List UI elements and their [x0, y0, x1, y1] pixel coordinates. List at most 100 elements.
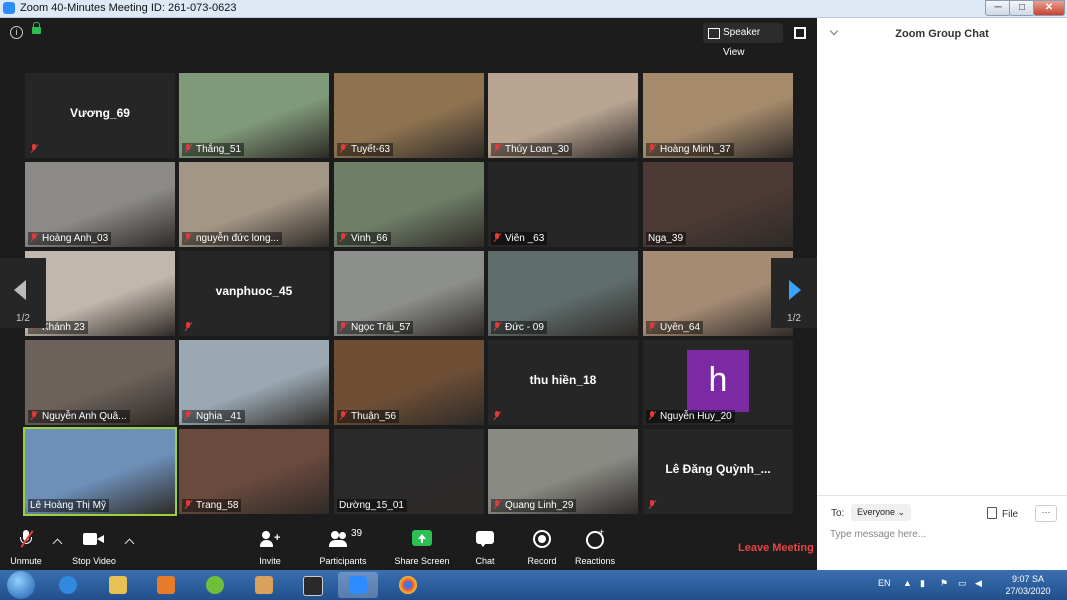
- audio-options-chevron-icon[interactable]: [52, 538, 63, 549]
- mute-indicator: [646, 499, 663, 512]
- page-indicator-right: 1/2: [787, 313, 801, 324]
- participant-name: Thúy Loan_30: [505, 144, 569, 155]
- participant-tile[interactable]: Lê Đăng Quỳnh_...: [643, 429, 793, 514]
- participant-tile[interactable]: Thuận_56: [334, 340, 484, 425]
- muted-microphone-icon: [184, 322, 192, 331]
- participant-tile[interactable]: Lê Hoàng Thị Mỹ: [23, 427, 177, 516]
- file-button[interactable]: File: [987, 507, 1018, 520]
- participant-tile[interactable]: Viên _63: [488, 162, 638, 247]
- participant-tile[interactable]: Dường_15_01: [334, 429, 484, 514]
- participant-tile[interactable]: Hoàng Anh_03: [25, 162, 175, 247]
- volume-icon[interactable]: ◀: [975, 578, 982, 589]
- paint-icon[interactable]: [244, 572, 284, 598]
- system-clock[interactable]: 9:07 SA 27/03/2020: [1000, 573, 1056, 597]
- participant-label: Hoàng Minh_37: [646, 143, 734, 156]
- muted-microphone-icon: [184, 144, 192, 153]
- next-page-button[interactable]: 1/2: [771, 258, 817, 328]
- participant-label: Vinh_66: [337, 232, 391, 245]
- windows-taskbar: EN ▲ ▮ ⚑ ▭ ◀ 9:07 SA 27/03/2020: [0, 570, 1067, 600]
- participant-tile[interactable]: Nghia _41: [179, 340, 329, 425]
- muted-microphone-icon: [30, 233, 38, 242]
- record-button[interactable]: Record: [526, 530, 558, 566]
- participant-tile[interactable]: Quang Linh_29: [488, 429, 638, 514]
- start-button[interactable]: [7, 571, 35, 599]
- participant-tile[interactable]: Vương_69: [25, 73, 175, 158]
- network-icon[interactable]: ▮: [920, 578, 925, 589]
- participant-name: Hoàng Anh_03: [42, 233, 109, 244]
- chat-title: Zoom Group Chat: [895, 28, 989, 40]
- participants-icon: 39: [323, 528, 363, 550]
- avatar: h: [687, 350, 749, 412]
- show-hidden-icons-icon[interactable]: ▲: [903, 578, 912, 588]
- muted-microphone-icon: [648, 500, 656, 509]
- reactions-button[interactable]: + Reactions: [574, 527, 616, 566]
- participant-tile[interactable]: Trang_58: [179, 429, 329, 514]
- share-screen-button[interactable]: Share Screen: [394, 530, 450, 566]
- chat-bubble-icon: [476, 530, 494, 550]
- divider: [817, 495, 1067, 496]
- participant-tile[interactable]: Đức - 09: [488, 251, 638, 336]
- participant-tile[interactable]: Ngọc Trãi_57: [334, 251, 484, 336]
- info-icon[interactable]: i: [10, 26, 23, 39]
- participant-tile[interactable]: Nguyễn Anh Quâ...: [25, 340, 175, 425]
- record-icon: [533, 530, 551, 550]
- media-player-icon[interactable]: [146, 572, 186, 598]
- recipient-dropdown[interactable]: Everyone ⌄: [851, 504, 912, 521]
- lock-icon[interactable]: [32, 22, 41, 34]
- participant-tile[interactable]: Hoàng Minh_37: [643, 73, 793, 158]
- participant-tile[interactable]: vanphuoc_45: [179, 251, 329, 336]
- share-screen-icon: [412, 530, 432, 550]
- participant-tile[interactable]: Thắng_51: [179, 73, 329, 158]
- participants-button[interactable]: 39 Participants: [316, 528, 370, 566]
- participant-tile[interactable]: Tuyết-63: [334, 73, 484, 158]
- zoom-taskbar-icon[interactable]: [338, 572, 378, 598]
- gallery-view: i Speaker View Vương_69 Thắng_51 Tuyết-63 T…: [0, 18, 817, 526]
- muted-microphone-icon: [648, 144, 656, 153]
- participant-label: Quang Linh_29: [491, 499, 577, 512]
- flag-icon[interactable]: ⚑: [940, 578, 948, 589]
- participant-tile[interactable]: Khánh 23: [25, 251, 175, 336]
- participants-count: 39: [351, 528, 363, 539]
- participant-name: Nga_39: [648, 233, 684, 244]
- speaker-view-button[interactable]: Speaker View: [703, 23, 783, 58]
- close-button[interactable]: ✕: [1033, 0, 1065, 16]
- muted-microphone-icon: [493, 144, 501, 153]
- more-options-button[interactable]: ···: [1035, 505, 1057, 522]
- mute-indicator: [28, 143, 45, 156]
- muted-microphone-icon: [339, 233, 347, 242]
- participant-label: Dường_15_01: [337, 499, 407, 512]
- language-indicator[interactable]: EN: [878, 578, 891, 588]
- chat-header: Zoom Group Chat: [817, 18, 1067, 50]
- file-explorer-icon[interactable]: [98, 572, 138, 598]
- video-options-chevron-icon[interactable]: [124, 538, 135, 549]
- muted-microphone-icon: [648, 411, 656, 420]
- participant-name: Thắng_51: [196, 144, 242, 155]
- participant-tile[interactable]: thu hiền_18: [488, 340, 638, 425]
- invite-button[interactable]: + Invite: [252, 530, 288, 566]
- participant-tile[interactable]: nguyễn đức long...: [179, 162, 329, 247]
- chrome-icon[interactable]: [388, 572, 428, 598]
- chat-button[interactable]: Chat: [470, 530, 500, 566]
- participant-name: Thuận_56: [351, 411, 397, 422]
- participant-name: Tuyết-63: [351, 144, 391, 155]
- participant-tile[interactable]: Thúy Loan_30: [488, 73, 638, 158]
- internet-explorer-icon[interactable]: [48, 572, 88, 598]
- participant-tile[interactable]: h Nguyễn Huy_20: [643, 340, 793, 425]
- participant-name: Nghia _41: [196, 411, 242, 422]
- app-green-icon[interactable]: [195, 572, 235, 598]
- maximize-button[interactable]: □: [1009, 0, 1035, 16]
- participant-tile[interactable]: Nga_39: [643, 162, 793, 247]
- minimize-button[interactable]: ─: [985, 0, 1011, 16]
- battery-icon[interactable]: ▭: [958, 578, 967, 589]
- participant-label: Lê Hoàng Thị Mỹ: [28, 499, 109, 512]
- zoom-app-icon: [3, 2, 15, 14]
- participant-name: Lê Hoàng Thị Mỹ: [30, 500, 106, 511]
- previous-page-button[interactable]: 1/2: [0, 258, 46, 328]
- fullscreen-icon[interactable]: [794, 27, 806, 39]
- leave-meeting-button[interactable]: Leave Meeting: [738, 542, 814, 554]
- unmute-button[interactable]: Unmute: [6, 530, 46, 566]
- keyboard-icon[interactable]: [292, 572, 332, 598]
- message-input[interactable]: Type message here...: [830, 529, 926, 540]
- participant-tile[interactable]: Vinh_66: [334, 162, 484, 247]
- stop-video-button[interactable]: Stop Video: [68, 530, 120, 566]
